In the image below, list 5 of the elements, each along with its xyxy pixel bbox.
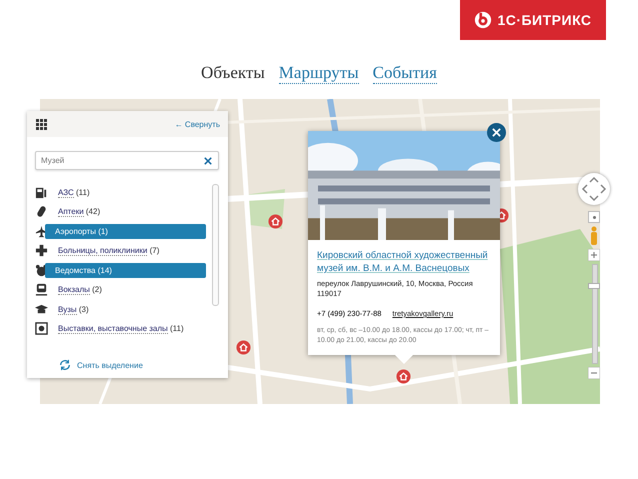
logo-text: 1С·БИТРИКС <box>497 12 592 28</box>
tab[interactable]: События <box>372 63 437 84</box>
logo-icon <box>474 11 492 29</box>
tab[interactable]: Маршруты <box>278 63 359 84</box>
tab[interactable]: Объекты <box>201 63 265 84</box>
